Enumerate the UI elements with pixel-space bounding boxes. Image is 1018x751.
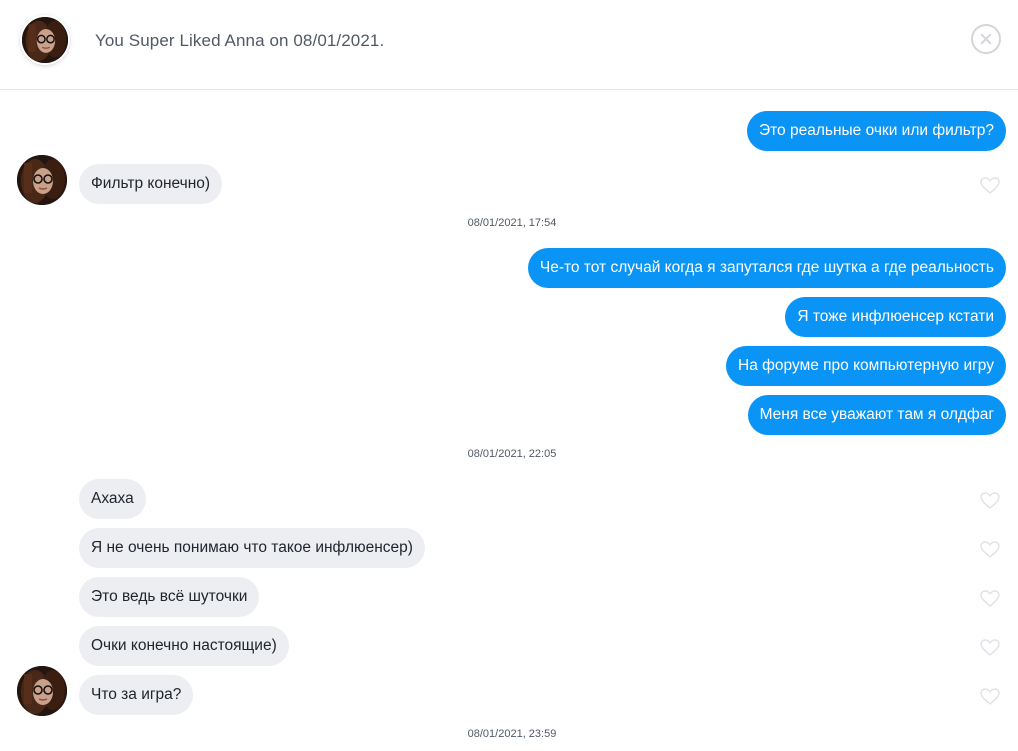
sent-message: Я тоже инфлюенсер кстати [785,297,1006,337]
header-avatar[interactable] [22,17,68,63]
like-heart-icon[interactable] [980,688,1000,706]
like-heart-icon[interactable] [980,541,1000,559]
close-icon[interactable] [971,24,1001,54]
sent-message: Это реальные очки или фильтр? [746,111,1006,151]
like-heart-icon[interactable] [980,639,1000,657]
sent-message: Че-то тот случай когда я запутался где ш… [527,248,1006,288]
received-message: Это ведь всё шуточки [79,577,260,617]
received-message: Что за игра? [79,675,194,715]
received-message: Фильтр конечно) [79,164,223,204]
avatar[interactable] [17,666,67,716]
received-message: Ахаха [79,479,146,519]
received-message: Я не очень понимаю что такое инфлюенсер) [79,528,425,568]
timestamp: 08/01/2021, 23:59 [467,728,557,740]
like-heart-icon[interactable] [980,492,1000,510]
sent-message: На форуме про компьютерную игру [726,346,1006,386]
received-message: Очки конечно настоящие) [79,626,289,666]
super-like-notice: You Super Liked Anna on 08/01/2021. [95,31,385,50]
match-header: You Super Liked Anna on 08/01/2021. [0,0,1018,90]
timestamp: 08/01/2021, 17:54 [467,217,557,229]
like-heart-icon[interactable] [980,590,1000,608]
sent-message: Меня все уважают там я олдфаг [747,395,1006,435]
like-heart-icon[interactable] [980,177,1000,195]
avatar[interactable] [17,155,67,205]
timestamp: 08/01/2021, 22:05 [467,448,557,460]
